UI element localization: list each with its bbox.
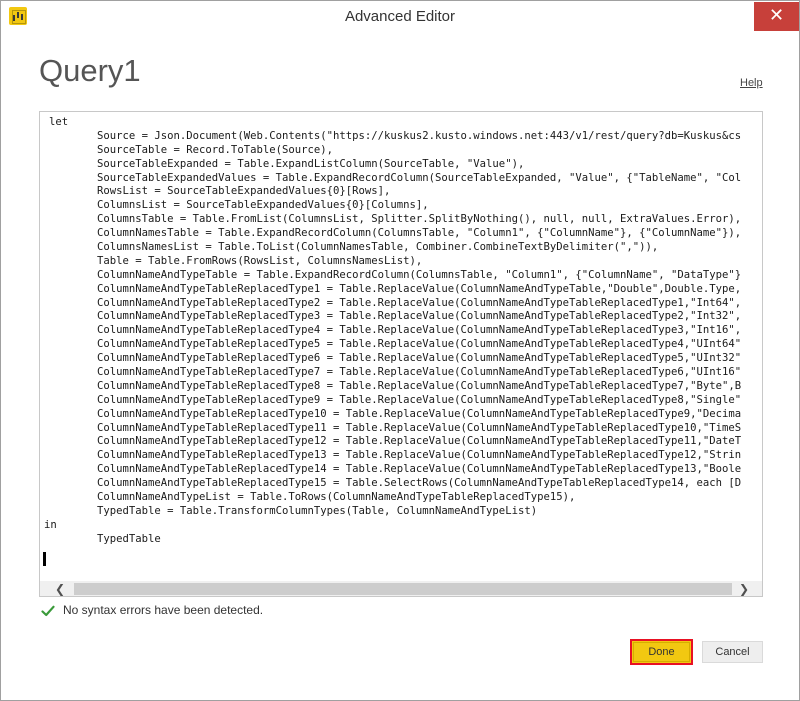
code-line: ColumnNameAndTypeTableReplacedType7 = Ta… bbox=[97, 366, 742, 379]
code-line: ColumnNameAndTypeTableReplacedType12 = T… bbox=[97, 435, 742, 448]
code-line: ColumnsTable = Table.FromList(ColumnsLis… bbox=[97, 213, 742, 226]
code-line: RowsList = SourceTableExpandedValues{0}[… bbox=[97, 185, 391, 198]
code-line: ColumnNameAndTypeTableReplacedType5 = Ta… bbox=[97, 338, 742, 351]
code-line: TypedTable bbox=[97, 532, 161, 545]
code-line: ColumnNameAndTypeTableReplacedType4 = Ta… bbox=[97, 324, 742, 337]
title-bar[interactable]: Advanced Editor ✕ bbox=[1, 1, 799, 32]
cancel-button[interactable]: Cancel bbox=[702, 641, 763, 663]
close-icon: ✕ bbox=[768, 5, 785, 26]
advanced-editor-window: Advanced Editor ✕ Query1 Help let Source … bbox=[0, 0, 800, 701]
code-text-area[interactable]: let Source = Json.Document(Web.Contents("… bbox=[40, 116, 762, 578]
code-line: ColumnsList = SourceTableExpandedValues{… bbox=[97, 199, 429, 212]
code-line: in bbox=[44, 518, 57, 531]
code-line: SourceTableExpandedValues = Table.Expand… bbox=[97, 171, 742, 184]
code-line: Source = Json.Document(Web.Contents("htt… bbox=[97, 129, 742, 142]
syntax-status-message: No syntax errors have been detected. bbox=[63, 603, 264, 617]
check-icon bbox=[41, 605, 55, 617]
code-line: ColumnNameAndTypeList = Table.ToRows(Col… bbox=[97, 491, 576, 504]
code-line: SourceTableExpanded = Table.ExpandListCo… bbox=[97, 157, 525, 170]
query-title: Query1 bbox=[39, 53, 141, 88]
code-line: ColumnNamesTable = Table.ExpandRecordCol… bbox=[97, 227, 742, 240]
scrollbar-thumb[interactable] bbox=[74, 583, 732, 595]
horizontal-scrollbar[interactable]: ❮ ❯ bbox=[40, 581, 762, 596]
help-link[interactable]: Help bbox=[740, 77, 763, 89]
code-line: ColumnNameAndTypeTableReplacedType9 = Ta… bbox=[97, 393, 742, 406]
code-line: ColumnNameAndTypeTableReplacedType13 = T… bbox=[97, 449, 742, 462]
scroll-right-arrow-icon[interactable]: ❯ bbox=[732, 581, 756, 596]
code-line: ColumnNameAndTypeTableReplacedType6 = Ta… bbox=[97, 352, 742, 365]
done-button[interactable]: Done bbox=[630, 639, 693, 665]
scroll-left-arrow-icon[interactable]: ❮ bbox=[48, 581, 72, 596]
window-title: Advanced Editor bbox=[344, 8, 456, 25]
code-line: ColumnNameAndTypeTableReplacedType8 = Ta… bbox=[97, 379, 742, 392]
code-line: ColumnsNamesList = Table.ToList(ColumnNa… bbox=[97, 241, 659, 254]
code-line: ColumnNameAndTypeTableReplacedType3 = Ta… bbox=[97, 310, 742, 323]
code-line: ColumnNameAndTypeTableReplacedType14 = T… bbox=[97, 463, 742, 476]
code-line: ColumnNameAndTypeTableReplacedType1 = Ta… bbox=[97, 282, 742, 295]
code-line: TypedTable = Table.TransformColumnTypes(… bbox=[97, 504, 538, 517]
code-line: ColumnNameAndTypeTableReplacedType10 = T… bbox=[97, 407, 742, 420]
text-cursor bbox=[43, 552, 46, 566]
close-button[interactable]: ✕ bbox=[754, 2, 799, 31]
code-line: SourceTable = Record.ToTable(Source), bbox=[97, 143, 333, 156]
code-line: ColumnNameAndTypeTableReplacedType11 = T… bbox=[97, 421, 742, 434]
code-editor[interactable]: let Source = Json.Document(Web.Contents("… bbox=[39, 111, 763, 597]
code-line: ColumnNameAndTypeTable = Table.ExpandRec… bbox=[97, 268, 742, 281]
code-line: let bbox=[49, 116, 69, 128]
code-line: ColumnNameAndTypeTableReplacedType2 = Ta… bbox=[97, 296, 742, 309]
code-line: ColumnNameAndTypeTableReplacedType15 = T… bbox=[97, 477, 742, 490]
code-line: Table = Table.FromRows(RowsList, Columns… bbox=[97, 254, 423, 267]
